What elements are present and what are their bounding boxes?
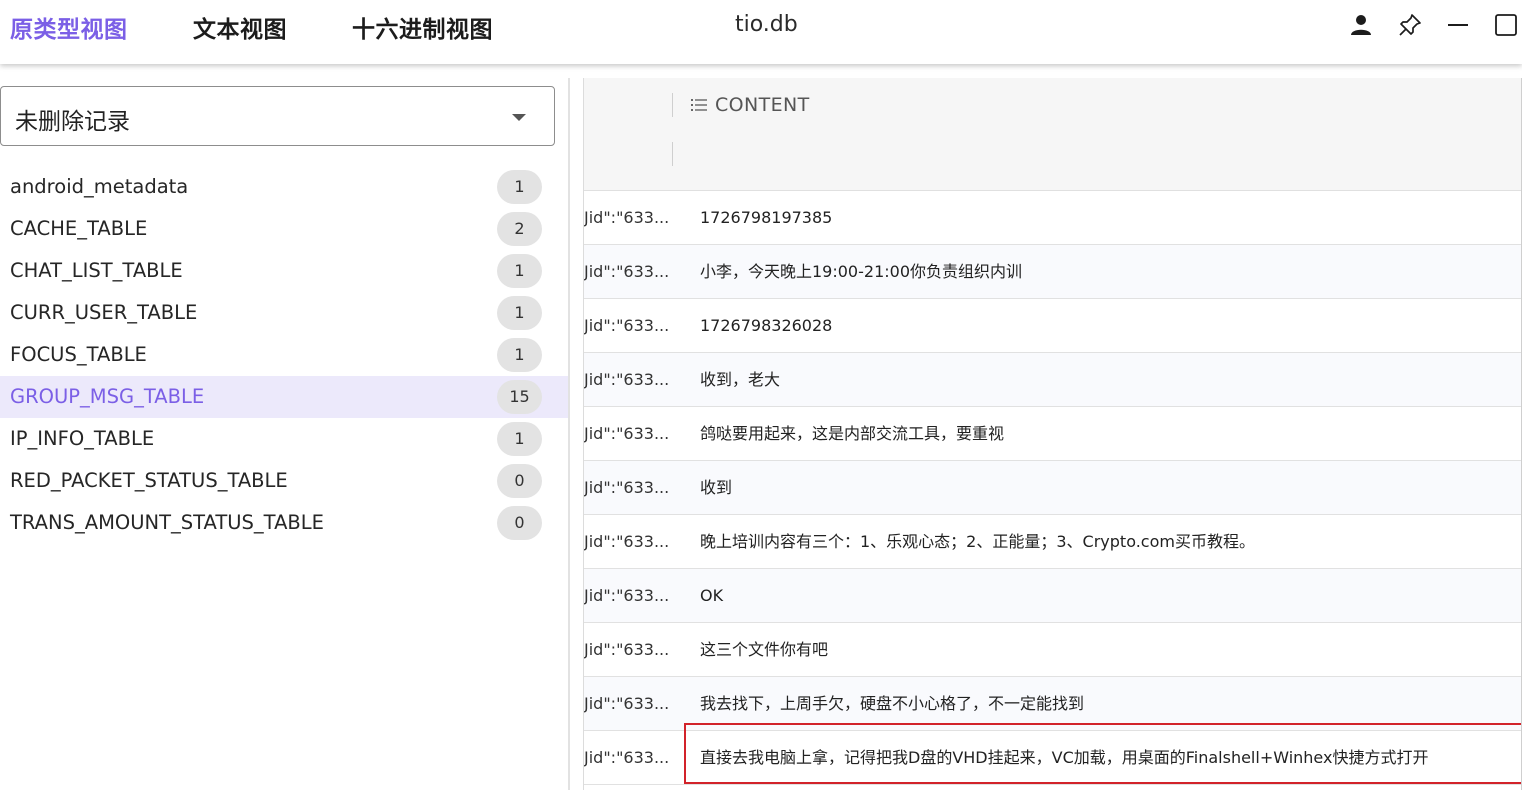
records-grid: CONTENT Jid":"633... 1726798197385 Jid":"6…	[583, 78, 1522, 790]
column-header-content[interactable]: CONTENT	[691, 93, 810, 117]
table-row[interactable]: Jid":"633... 1726798197385	[584, 191, 1522, 245]
record-count-badge: 1	[497, 254, 542, 288]
content-cell[interactable]: 晚上培训内容有三个：1、乐观心态；2、正能量；3、Crypto.com买币教程。	[700, 515, 1255, 568]
table-item[interactable]: CHAT_LIST_TABLE 1	[0, 250, 568, 292]
table-name: CHAT_LIST_TABLE	[10, 259, 183, 282]
uid-cell[interactable]: Jid":"633...	[584, 515, 672, 568]
uid-cell[interactable]: Jid":"633...	[584, 191, 672, 244]
table-row[interactable]: Jid":"633... OK	[584, 569, 1522, 623]
content-cell[interactable]: OK	[700, 569, 723, 622]
table-row[interactable]: Jid":"633... 收到	[584, 461, 1522, 515]
content-cell[interactable]: 这三个文件你有吧	[700, 623, 828, 676]
uid-cell[interactable]: Jid":"633...	[584, 299, 672, 352]
table-row[interactable]: Jid":"633... 直接去我电脑上拿，记得把我D盘的VHD挂起来，VC加载，…	[584, 731, 1522, 785]
content-cell[interactable]: 收到，老大	[700, 353, 780, 406]
table-name: FOCUS_TABLE	[10, 343, 147, 366]
panel-divider[interactable]	[568, 78, 570, 790]
table-row[interactable]: Jid":"633... 收到，老大	[584, 353, 1522, 407]
record-count-badge: 15	[497, 380, 542, 414]
table-item[interactable]: CURR_USER_TABLE 1	[0, 292, 568, 334]
record-count-badge: 2	[497, 212, 542, 246]
table-name: android_metadata	[10, 175, 189, 198]
uid-cell[interactable]: Jid":"633...	[584, 407, 672, 460]
top-bar: 原类型视图 文本视图 十六进制视图 tio.db	[0, 0, 1522, 64]
table-name: GROUP_MSG_TABLE	[10, 385, 205, 408]
grid-header: CONTENT	[584, 78, 1522, 191]
tab-raw-type-view[interactable]: 原类型视图	[10, 10, 128, 44]
table-item[interactable]: TRANS_AMOUNT_STATUS_TABLE 0	[0, 502, 568, 544]
maximize-icon[interactable]	[1493, 12, 1519, 38]
content-cell[interactable]: 直接去我电脑上拿，记得把我D盘的VHD挂起来，VC加载，用桌面的Finalshe…	[700, 731, 1428, 784]
content-cell[interactable]: 收到	[700, 461, 732, 514]
user-icon[interactable]	[1348, 12, 1374, 38]
table-item[interactable]: CACHE_TABLE 2	[0, 208, 568, 250]
content-cell[interactable]: 1726798197385	[700, 191, 832, 244]
content-cell[interactable]: 小李，今天晚上19:00-21:00你负责组织内训	[700, 245, 1022, 298]
table-name: CACHE_TABLE	[10, 217, 148, 240]
minimize-icon[interactable]	[1445, 12, 1471, 38]
grid-rows: Jid":"633... 1726798197385 Jid":"633... 小李，…	[584, 191, 1522, 785]
table-item[interactable]: android_metadata 1	[0, 166, 568, 208]
uid-cell[interactable]: Jid":"633...	[584, 461, 672, 514]
uid-cell[interactable]: Jid":"633...	[584, 623, 672, 676]
file-title: tio.db	[735, 12, 798, 37]
table-item[interactable]: RED_PACKET_STATUS_TABLE 0	[0, 460, 568, 502]
table-row[interactable]: Jid":"633... 鸽哒要用起来，这是内部交流工具，要重视	[584, 407, 1522, 461]
table-row[interactable]: Jid":"633... 我去找下，上周手欠，硬盘不小心格了，不一定能找到	[584, 677, 1522, 731]
uid-cell[interactable]: Jid":"633...	[584, 353, 672, 406]
table-row[interactable]: Jid":"633... 1726798326028	[584, 299, 1522, 353]
uid-cell[interactable]: Jid":"633...	[584, 677, 672, 730]
record-count-badge: 1	[497, 422, 542, 456]
table-name: CURR_USER_TABLE	[10, 301, 198, 324]
record-count-badge: 1	[497, 338, 542, 372]
table-row[interactable]: Jid":"633... 小李，今天晚上19:00-21:00你负责组织内训	[584, 245, 1522, 299]
table-list-panel: 未删除记录 android_metadata 1 CACHE_TABLE 2 CHAT_…	[0, 64, 568, 790]
tab-hex-view[interactable]: 十六进制视图	[352, 10, 493, 44]
record-count-badge: 1	[497, 296, 542, 330]
record-filter-value: 未删除记录	[15, 109, 130, 135]
record-count-badge: 1	[497, 170, 542, 204]
record-count-badge: 0	[497, 506, 542, 540]
table-name: IP_INFO_TABLE	[10, 427, 155, 450]
table-name: TRANS_AMOUNT_STATUS_TABLE	[10, 511, 324, 534]
content-cell[interactable]: 我去找下，上周手欠，硬盘不小心格了，不一定能找到	[700, 677, 1084, 730]
table-item[interactable]: IP_INFO_TABLE 1	[0, 418, 568, 460]
content-cell[interactable]: 1726798326028	[700, 299, 832, 352]
table-item[interactable]: FOCUS_TABLE 1	[0, 334, 568, 376]
filter-row-separator	[672, 142, 673, 166]
tab-text-view[interactable]: 文本视图	[193, 10, 287, 44]
table-row[interactable]: Jid":"633... 这三个文件你有吧	[584, 623, 1522, 677]
content-cell[interactable]: 鸽哒要用起来，这是内部交流工具，要重视	[700, 407, 1004, 460]
list-icon	[691, 99, 707, 111]
dropdown-caret-icon	[512, 114, 526, 121]
uid-cell[interactable]: Jid":"633...	[584, 245, 672, 298]
pin-icon[interactable]	[1397, 12, 1423, 38]
table-name: RED_PACKET_STATUS_TABLE	[10, 469, 288, 492]
uid-cell[interactable]: Jid":"633...	[584, 731, 672, 784]
record-filter-select[interactable]: 未删除记录	[0, 86, 555, 146]
table-row[interactable]: Jid":"633... 晚上培训内容有三个：1、乐观心态；2、正能量；3、Cry…	[584, 515, 1522, 569]
table-item[interactable]: GROUP_MSG_TABLE 15	[0, 376, 568, 418]
column-title: CONTENT	[715, 94, 810, 116]
column-resize-handle[interactable]	[672, 93, 673, 117]
uid-cell[interactable]: Jid":"633...	[584, 569, 672, 622]
table-list: android_metadata 1 CACHE_TABLE 2 CHAT_LIST_T…	[0, 166, 568, 544]
record-count-badge: 0	[497, 464, 542, 498]
